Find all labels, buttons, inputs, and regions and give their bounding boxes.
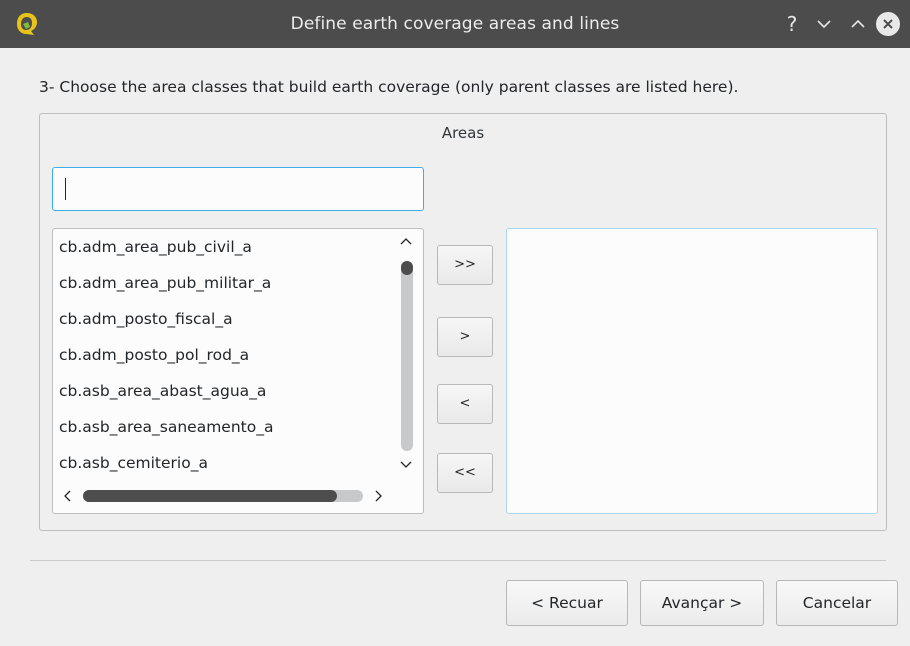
back-button[interactable]: < Recuar [506, 580, 628, 626]
list-item[interactable]: cb.asb_cemiterio_a [59, 454, 208, 472]
add-all-button[interactable]: >> [437, 245, 493, 285]
close-icon [883, 19, 893, 29]
list-item[interactable]: cb.asb_area_saneamento_a [59, 418, 273, 436]
scroll-down-arrow-icon[interactable] [399, 457, 413, 473]
add-selected-button[interactable]: > [437, 317, 493, 357]
horizontal-scrollbar-thumb[interactable] [83, 490, 337, 502]
window-title: Define earth coverage areas and lines [290, 14, 620, 34]
scroll-left-arrow-icon[interactable] [61, 487, 75, 505]
vertical-scrollbar-thumb[interactable] [401, 261, 413, 275]
vertical-scrollbar-track[interactable] [401, 261, 413, 451]
footer-separator [30, 560, 886, 561]
chevron-up-icon [851, 19, 865, 28]
maximize-button[interactable] [846, 12, 870, 36]
list-item[interactable]: cb.adm_area_pub_militar_a [59, 274, 271, 292]
title-bar: Define earth coverage areas and lines ? [0, 0, 910, 48]
available-classes-list[interactable]: cb.adm_area_pub_civil_a cb.adm_area_pub_… [52, 228, 424, 514]
list-item[interactable]: cb.asb_area_abast_agua_a [59, 382, 266, 400]
scroll-up-arrow-icon[interactable] [399, 233, 413, 249]
next-button[interactable]: Avançar > [640, 580, 764, 626]
cancel-button[interactable]: Cancelar [776, 580, 898, 626]
minimize-button[interactable] [812, 12, 836, 36]
remove-selected-button[interactable]: < [437, 384, 493, 424]
text-caret [65, 178, 66, 200]
list-item[interactable]: cb.adm_posto_fiscal_a [59, 310, 233, 328]
help-button[interactable]: ? [780, 12, 804, 36]
scroll-right-arrow-icon[interactable] [371, 487, 385, 505]
remove-all-button[interactable]: << [437, 453, 493, 493]
step-instruction: 3- Choose the area classes that build ea… [39, 78, 739, 96]
filter-input[interactable] [52, 167, 424, 211]
list-item[interactable]: cb.adm_posto_pol_rod_a [59, 346, 249, 364]
list-item[interactable]: cb.adm_area_pub_civil_a [59, 238, 252, 256]
areas-group-title: Areas [441, 124, 485, 142]
chevron-down-icon [817, 20, 831, 29]
selected-classes-list[interactable] [506, 228, 878, 514]
close-button[interactable] [876, 12, 900, 36]
